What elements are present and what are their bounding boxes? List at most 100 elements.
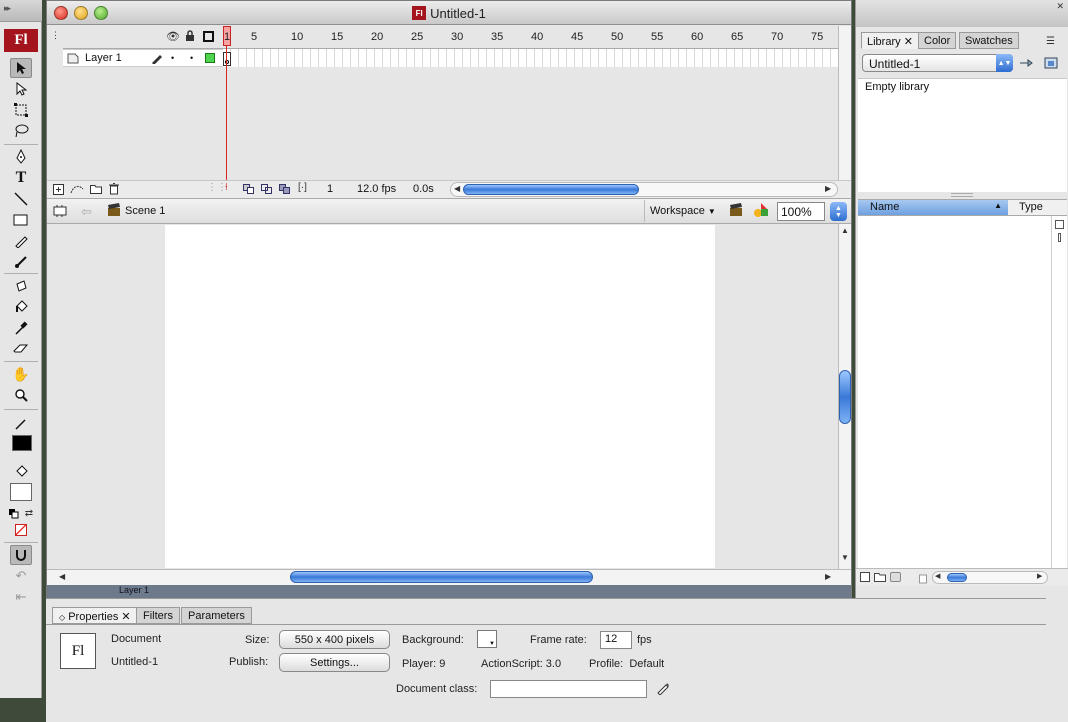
stroke-color-pencil-icon[interactable] [10, 414, 32, 434]
tab-filters[interactable]: Filters [136, 607, 180, 624]
background-color-swatch[interactable]: ▼ [477, 630, 497, 648]
title-bar[interactable]: Fl Untitled-1 [47, 1, 851, 25]
stage-horizontal-scrollbar[interactable]: ◀ ▶ [47, 569, 851, 585]
panel-dock-header[interactable]: ✕ [855, 0, 1068, 27]
rectangle-tool-icon[interactable] [10, 210, 32, 230]
tools-panel-grip[interactable]: ▸▸ [0, 0, 42, 22]
delete-library-item-icon[interactable] [918, 572, 928, 587]
scroll-left-arrow-icon[interactable]: ◀ [454, 184, 460, 193]
library-item-list[interactable] [858, 216, 1051, 568]
library-scroll-thumb[interactable] [947, 573, 967, 582]
column-name[interactable]: Name ▲ [858, 200, 1008, 215]
library-wide-view-icon[interactable] [1055, 220, 1064, 229]
workspace-menu[interactable]: Workspace ▼ [650, 205, 716, 217]
pin-library-icon[interactable] [1019, 57, 1033, 72]
document-class-input[interactable] [490, 680, 647, 698]
stroke-color-swatch[interactable] [12, 435, 32, 451]
delete-layer-trash-icon[interactable] [109, 183, 119, 198]
sort-ascending-icon[interactable]: ▲ [994, 201, 1002, 210]
library-vertical-scrollbar[interactable] [1051, 216, 1067, 568]
back-arrow-icon[interactable]: ⇦ [81, 204, 92, 220]
scroll-up-arrow-icon[interactable]: ▲ [841, 226, 849, 235]
zoom-tool-icon[interactable] [10, 385, 32, 405]
scroll-down-arrow-icon[interactable]: ▼ [841, 553, 849, 562]
modify-onion-markers-icon[interactable]: [·] [298, 182, 307, 193]
close-dock-icon[interactable]: ✕ [1056, 1, 1064, 12]
paint-bucket-tool-icon[interactable] [10, 297, 32, 317]
tab-parameters[interactable]: Parameters [181, 607, 252, 624]
tab-color[interactable]: Color [918, 32, 957, 49]
lasso-tool-icon[interactable] [10, 121, 32, 141]
timeline-splitter-grip[interactable]: ⋮⋮ [207, 182, 227, 193]
hand-tool-icon[interactable]: ✋ [10, 364, 32, 384]
keyframe-1[interactable] [223, 52, 231, 66]
properties-close-icon[interactable]: ✕ [121, 611, 130, 623]
stage-vertical-scroll-thumb[interactable] [839, 370, 851, 424]
timeline-scroll-thumb[interactable] [463, 184, 639, 195]
stage-scroll-right-arrow-icon[interactable]: ▶ [825, 572, 831, 581]
edit-class-pencil-icon[interactable] [656, 681, 670, 698]
insert-layer-folder-icon[interactable] [90, 184, 102, 197]
fill-color-swatch[interactable] [10, 483, 32, 501]
insert-layer-icon[interactable] [53, 184, 64, 198]
stage-horizontal-scroll-thumb[interactable] [290, 571, 593, 583]
show-outlines-icon[interactable] [203, 31, 214, 42]
layer-visibility-dot[interactable]: • [171, 53, 174, 63]
subselection-tool-icon[interactable] [10, 79, 32, 99]
onion-skin-outlines-icon[interactable] [261, 184, 273, 197]
no-color-icon[interactable] [15, 524, 27, 536]
collapse-arrow-icon[interactable]: ◇ [59, 613, 65, 622]
new-folder-icon[interactable] [874, 572, 886, 585]
library-document-select[interactable]: Untitled-1 ▲▼ [862, 54, 1013, 72]
properties-info-icon[interactable] [890, 572, 901, 582]
timeline-horizontal-scrollbar[interactable]: ◀ ▶ [450, 182, 838, 197]
pen-tool-icon[interactable] [10, 147, 32, 167]
zoom-field[interactable]: 100% [777, 202, 825, 221]
library-scroll-right-icon[interactable]: ▶ [1037, 572, 1042, 580]
free-transform-tool-icon[interactable] [10, 100, 32, 120]
eraser-tool-icon[interactable] [10, 339, 32, 359]
tab-library[interactable]: Library ✕ [861, 32, 919, 49]
layer-outline-color-swatch[interactable] [205, 53, 215, 63]
tab-properties[interactable]: ◇ Properties ✕ [52, 607, 138, 624]
straighten-icon[interactable]: ⇤ [10, 587, 32, 607]
show-hide-layers-eye-icon[interactable]: 👁 [166, 30, 180, 43]
brush-tool-icon[interactable] [10, 252, 32, 272]
frames-grid[interactable] [223, 49, 838, 67]
library-horizontal-scrollbar[interactable]: ◀ ▶ [932, 571, 1048, 584]
onion-skin-icon[interactable] [243, 184, 255, 197]
edit-multiple-frames-icon[interactable] [279, 184, 291, 197]
timeline-vertical-scrollbar[interactable] [838, 26, 851, 180]
pencil-tool-icon[interactable] [10, 231, 32, 251]
new-library-panel-icon[interactable] [1044, 57, 1058, 72]
snap-to-objects-icon[interactable] [10, 545, 32, 565]
timeline-toggle-icon[interactable] [53, 204, 67, 221]
stage[interactable] [165, 225, 715, 568]
panel-options-menu-icon[interactable]: ☰ [1046, 36, 1055, 47]
stage-vertical-scrollbar[interactable]: ▲ ▼ [838, 224, 851, 569]
add-motion-guide-icon[interactable] [70, 183, 84, 198]
tab-swatches[interactable]: Swatches [959, 32, 1019, 49]
selection-tool-icon[interactable] [10, 58, 32, 78]
tab-close-icon[interactable]: ✕ [904, 36, 913, 48]
ink-bottle-tool-icon[interactable] [10, 276, 32, 296]
edit-symbols-icon[interactable] [753, 202, 769, 221]
frame-rate-input[interactable]: 12 [600, 631, 632, 649]
lock-layers-icon[interactable] [185, 30, 195, 45]
column-type[interactable]: Type [1019, 201, 1043, 213]
smooth-icon[interactable]: ↶ [10, 566, 32, 586]
library-scroll-left-icon[interactable]: ◀ [935, 572, 940, 580]
eyedropper-tool-icon[interactable] [10, 318, 32, 338]
stage-scroll-left-arrow-icon[interactable]: ◀ [59, 572, 65, 581]
zoom-stepper-icon[interactable]: ▲ ▼ [830, 202, 847, 221]
timeline-grip-icon[interactable]: ⋮ [51, 30, 60, 41]
pasteboard[interactable] [47, 224, 838, 569]
center-frame-icon[interactable]: ⍿ [225, 182, 228, 193]
fill-color-bucket-icon[interactable] [10, 462, 32, 482]
edit-scene-clapper-icon[interactable] [729, 203, 743, 220]
text-tool-icon[interactable]: T [10, 168, 32, 188]
publish-settings-button[interactable]: Settings... [279, 653, 390, 672]
line-tool-icon[interactable] [10, 189, 32, 209]
library-narrow-view-icon[interactable] [1058, 233, 1061, 242]
scroll-right-arrow-icon[interactable]: ▶ [825, 184, 831, 193]
